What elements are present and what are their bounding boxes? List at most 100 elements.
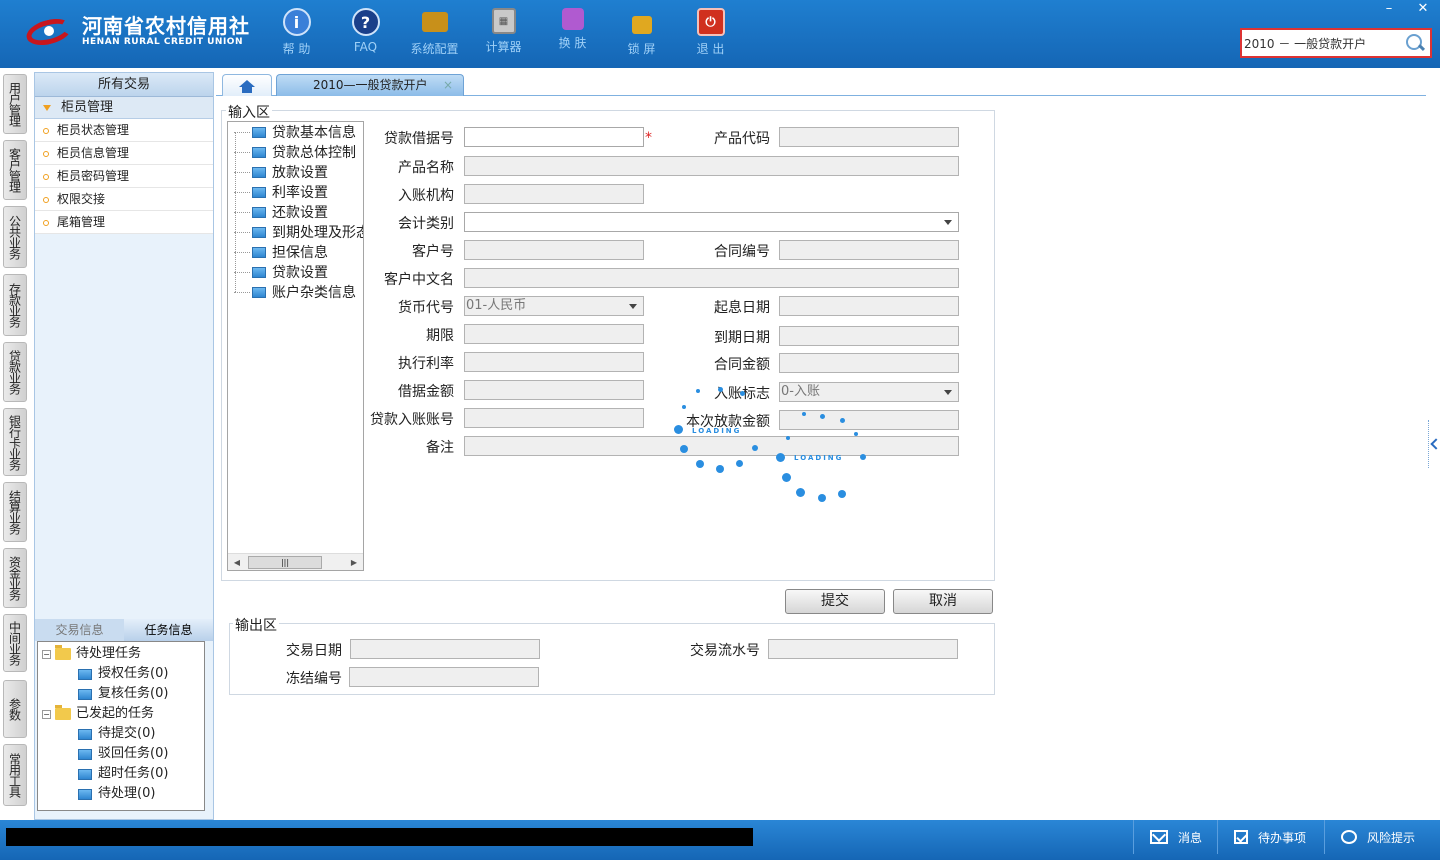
required-mark: * bbox=[645, 130, 652, 146]
loan-account-input[interactable] bbox=[464, 408, 644, 428]
customer-cn-name-input[interactable] bbox=[464, 268, 959, 288]
product-name-input[interactable] bbox=[464, 156, 959, 176]
horizontal-scrollbar[interactable]: ◀ ||| ▶ bbox=[228, 553, 363, 570]
doc-icon bbox=[252, 126, 266, 138]
cancel-button[interactable]: 取消 bbox=[893, 589, 993, 614]
account-flag-select[interactable]: 0-入账 bbox=[779, 382, 959, 402]
vtab-user-mgmt[interactable]: 用户管理 bbox=[3, 74, 27, 134]
tab-home[interactable] bbox=[222, 74, 272, 96]
search-input[interactable] bbox=[1244, 36, 1404, 50]
tree-item[interactable]: 贷款基本信息 bbox=[234, 122, 356, 142]
exit-button[interactable]: ⏻ 退 出 bbox=[676, 8, 745, 57]
accounting-type-select[interactable] bbox=[464, 212, 959, 232]
all-transactions-header[interactable]: 所有交易 bbox=[35, 73, 213, 97]
vtab-bank-card[interactable]: 银行卡业务 bbox=[3, 408, 27, 476]
system-config-button[interactable]: 系统配置 bbox=[400, 8, 469, 57]
vtab-params[interactable]: 参数 bbox=[3, 680, 27, 738]
vtab-public-business[interactable]: 公共业务 bbox=[3, 206, 27, 268]
doc-icon bbox=[252, 186, 266, 198]
customer-no-input[interactable] bbox=[464, 240, 644, 260]
collapse-right-icon[interactable] bbox=[1428, 420, 1440, 468]
tree-item[interactable]: 贷款设置 bbox=[234, 262, 328, 282]
spinner-dot bbox=[716, 465, 724, 473]
mail-icon bbox=[1150, 830, 1168, 844]
change-skin-button[interactable]: 换 肤 bbox=[538, 8, 607, 57]
tree-connector bbox=[234, 291, 250, 293]
loan-no-input[interactable] bbox=[464, 127, 644, 147]
loan-amount-input[interactable] bbox=[464, 380, 644, 400]
tree-node[interactable]: 复核任务(0) bbox=[38, 684, 204, 704]
tree-item[interactable]: 利率设置 bbox=[234, 182, 328, 202]
contract-amount-input[interactable] bbox=[779, 353, 959, 373]
tree-node[interactable]: 待处理(0) bbox=[38, 784, 204, 804]
scroll-right-icon[interactable]: ▶ bbox=[347, 556, 361, 569]
tree-connector bbox=[234, 131, 250, 133]
tool-label: 锁 屏 bbox=[627, 42, 656, 56]
tree-connector bbox=[234, 151, 250, 153]
calculator-button[interactable]: ▦ 计算器 bbox=[469, 8, 538, 57]
vtab-funds[interactable]: 资金业务 bbox=[3, 548, 27, 608]
tab-task-info[interactable]: 任务信息 bbox=[124, 619, 213, 641]
scroll-left-icon[interactable]: ◀ bbox=[230, 556, 244, 569]
list-item[interactable]: 柜员信息管理 bbox=[35, 142, 213, 165]
vtab-common-tools[interactable]: 常用工具 bbox=[3, 744, 27, 806]
list-item[interactable]: 柜员密码管理 bbox=[35, 165, 213, 188]
teller-mgmt-group[interactable]: 柜员管理 bbox=[35, 97, 213, 119]
tree-connector bbox=[234, 191, 250, 193]
close-icon[interactable]: ✕ bbox=[1406, 0, 1440, 18]
term-input[interactable] bbox=[464, 324, 644, 344]
tool-label: 系统配置 bbox=[410, 42, 459, 56]
rate-input[interactable] bbox=[464, 352, 644, 372]
tree-item[interactable]: 贷款总体控制 bbox=[234, 142, 356, 162]
lock-screen-button[interactable]: 锁 屏 bbox=[607, 8, 676, 57]
submit-button[interactable]: 提交 bbox=[785, 589, 885, 614]
doc-icon bbox=[78, 768, 92, 780]
tab-loan-account-open[interactable]: 2010—一般贷款开户 × bbox=[276, 74, 464, 96]
list-item[interactable]: 尾箱管理 bbox=[35, 211, 213, 234]
todo-button[interactable]: 待办事项 bbox=[1217, 820, 1325, 854]
tree-node[interactable]: 待提交(0) bbox=[38, 724, 204, 744]
contract-no-input[interactable] bbox=[779, 240, 959, 260]
help-button[interactable]: i 帮 助 bbox=[262, 8, 331, 57]
field-label: 备注 bbox=[426, 440, 454, 456]
scroll-thumb[interactable]: ||| bbox=[248, 556, 322, 569]
tree-node[interactable]: 超时任务(0) bbox=[38, 764, 204, 784]
tree-node-pending[interactable]: − 待处理任务 bbox=[38, 644, 204, 664]
field-label: 冻结编号 bbox=[286, 671, 342, 687]
collapse-icon[interactable]: − bbox=[42, 649, 51, 659]
start-date-input[interactable] bbox=[779, 296, 959, 316]
risk-alert-button[interactable]: 风险提示 bbox=[1324, 820, 1440, 854]
tree-node[interactable]: 授权任务(0) bbox=[38, 664, 204, 684]
vtab-customer-mgmt[interactable]: 客户管理 bbox=[3, 140, 27, 200]
field-label: 入账机构 bbox=[398, 188, 454, 204]
close-tab-icon[interactable]: × bbox=[443, 75, 453, 95]
collapse-icon[interactable]: − bbox=[42, 709, 51, 719]
vtab-settlement[interactable]: 结算业务 bbox=[3, 482, 27, 542]
vtab-intermediate[interactable]: 中间业务 bbox=[3, 614, 27, 672]
minimize-icon[interactable]: – bbox=[1372, 0, 1406, 18]
chat-bubble-icon bbox=[1341, 830, 1357, 844]
tree-item[interactable]: 担保信息 bbox=[234, 242, 328, 262]
tree-node[interactable]: 驳回任务(0) bbox=[38, 744, 204, 764]
spinner-dot bbox=[740, 391, 745, 396]
search-icon[interactable] bbox=[1404, 32, 1426, 54]
tree-item[interactable]: 还款设置 bbox=[234, 202, 328, 222]
faq-button[interactable]: ? FAQ bbox=[331, 8, 400, 57]
home-icon bbox=[239, 80, 255, 93]
node-label: 驳回任务(0) bbox=[98, 746, 169, 761]
messages-button[interactable]: 消息 bbox=[1133, 820, 1223, 854]
bullet-icon bbox=[43, 127, 49, 134]
vtab-loan[interactable]: 贷款业务 bbox=[3, 342, 27, 402]
list-item[interactable]: 柜员状态管理 bbox=[35, 119, 213, 142]
product-code-input[interactable] bbox=[779, 127, 959, 147]
tree-item[interactable]: 账户杂类信息 bbox=[234, 282, 356, 302]
currency-select[interactable]: 01-人民币 bbox=[464, 296, 644, 316]
due-date-input[interactable] bbox=[779, 326, 959, 346]
page-tabbar: 2010—一般贷款开户 × bbox=[216, 72, 1426, 96]
tab-transaction-info[interactable]: 交易信息 bbox=[35, 619, 124, 641]
account-org-input[interactable] bbox=[464, 184, 644, 204]
list-item[interactable]: 权限交接 bbox=[35, 188, 213, 211]
tree-node-initiated[interactable]: − 已发起的任务 bbox=[38, 704, 204, 724]
vtab-deposit[interactable]: 存款业务 bbox=[3, 274, 27, 336]
tree-item[interactable]: 放款设置 bbox=[234, 162, 328, 182]
